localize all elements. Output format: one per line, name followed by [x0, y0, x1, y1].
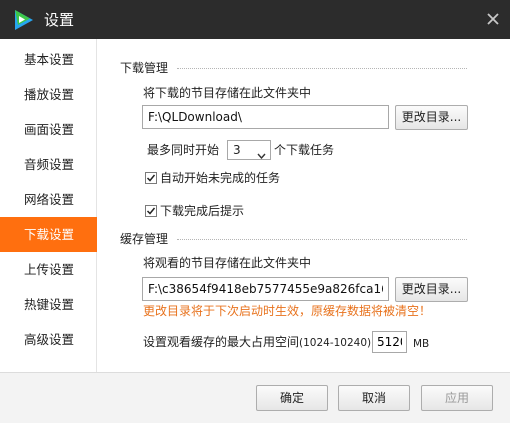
download-change-dir-button[interactable]: 更改目录... — [395, 105, 468, 130]
cache-max-space-text: 设置观看缓存的最大占用空间 — [143, 335, 300, 349]
sidebar-item-upload[interactable]: 上传设置 — [0, 252, 97, 287]
cache-max-space-range: (1024-10240) — [299, 337, 372, 349]
cache-max-space-label: 设置观看缓存的最大占用空间(1024-10240) — [143, 334, 371, 351]
close-icon[interactable] — [484, 10, 502, 28]
app-logo-icon — [12, 8, 36, 32]
notify-complete-label: 下载完成后提示 — [160, 204, 245, 218]
cache-path-input[interactable] — [142, 277, 389, 301]
window-title: 设置 — [44, 11, 75, 29]
auto-start-label: 自动开始未完成的任务 — [160, 171, 281, 185]
max-downloads-prefix: 最多同时开始 — [147, 143, 220, 157]
max-downloads-value: 3 — [233, 143, 241, 157]
cancel-button[interactable]: 取消 — [338, 385, 410, 411]
notify-complete-checkbox[interactable] — [145, 205, 157, 217]
auto-start-checkbox[interactable] — [145, 172, 157, 184]
max-downloads-suffix: 个下载任务 — [274, 143, 335, 157]
chevron-down-icon — [257, 146, 266, 160]
sidebar-item-hotkey[interactable]: 热键设置 — [0, 287, 97, 322]
cache-max-space-input[interactable] — [372, 331, 407, 353]
sidebar-item-advanced[interactable]: 高级设置 — [0, 322, 97, 357]
sidebar-item-playback[interactable]: 播放设置 — [0, 77, 97, 112]
dialog-footer: 确定 取消 应用 — [0, 372, 510, 423]
sidebar-item-audio[interactable]: 音频设置 — [0, 147, 97, 182]
settings-panel: 下载管理 将下载的节目存储在此文件夹中 更改目录... 最多同时开始 3 个下载… — [97, 39, 510, 372]
cache-divider — [177, 239, 467, 240]
sidebar-item-network[interactable]: 网络设置 — [0, 182, 97, 217]
download-path-label: 将下载的节目存储在此文件夹中 — [143, 86, 312, 100]
download-divider — [177, 68, 467, 69]
sidebar-item-basic[interactable]: 基本设置 — [0, 42, 97, 77]
cache-unit-label: MB — [413, 338, 430, 350]
sidebar-nav: 基本设置 播放设置 画面设置 音频设置 网络设置 下载设置 上传设置 热键设置 … — [0, 39, 97, 372]
cache-path-label: 将观看的节目存储在此文件夹中 — [143, 256, 312, 270]
cache-warning-text: 更改目录将于下次启动时生效，原缓存数据将被清空！ — [143, 304, 432, 318]
sidebar-item-download[interactable]: 下载设置 — [0, 217, 97, 252]
checkmark-icon — [146, 174, 156, 182]
sidebar-item-picture[interactable]: 画面设置 — [0, 112, 97, 147]
ok-button[interactable]: 确定 — [256, 385, 328, 411]
cache-change-dir-button[interactable]: 更改目录... — [395, 277, 468, 302]
download-path-input[interactable] — [142, 105, 389, 129]
download-section-title: 下载管理 — [120, 61, 169, 75]
apply-button[interactable]: 应用 — [421, 385, 493, 411]
title-bar: 设置 — [0, 0, 510, 39]
cache-section-title: 缓存管理 — [120, 232, 169, 246]
checkmark-icon — [146, 207, 156, 215]
max-downloads-select[interactable]: 3 — [227, 140, 271, 160]
